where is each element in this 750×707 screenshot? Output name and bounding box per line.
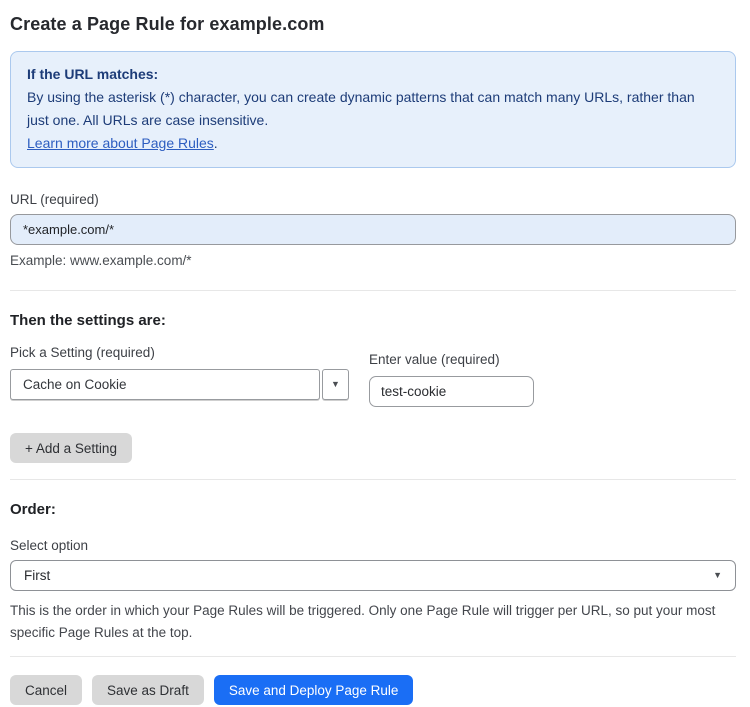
divider: [10, 290, 736, 291]
save-and-deploy-button[interactable]: Save and Deploy Page Rule: [213, 675, 414, 705]
url-example-text: Example: www.example.com/*: [10, 253, 192, 268]
setting-picker-dropdown[interactable]: Cache on Cookie ▼: [10, 369, 349, 400]
setting-picker-column: Pick a Setting (required) Cache on Cooki…: [10, 345, 349, 407]
cancel-button[interactable]: Cancel: [10, 675, 83, 705]
add-setting-button[interactable]: + Add a Setting: [10, 433, 132, 463]
form-actions: Cancel Save as Draft Save and Deploy Pag…: [10, 675, 736, 705]
order-select-label: Select option: [10, 538, 89, 553]
order-selected-option: First: [24, 568, 51, 583]
setting-picker-label: Pick a Setting (required): [10, 345, 155, 360]
order-help-text: This is the order in which your Page Rul…: [10, 603, 716, 640]
chevron-down-icon: ▼: [713, 570, 722, 580]
url-input[interactable]: [10, 214, 736, 245]
settings-section-heading: Then the settings are:: [10, 312, 166, 329]
url-field-label: URL (required): [10, 192, 99, 207]
order-section-heading: Order:: [10, 501, 56, 518]
divider: [10, 479, 736, 480]
setting-value-column: Enter value (required): [369, 352, 534, 407]
setting-picker-value[interactable]: Cache on Cookie: [10, 369, 320, 400]
order-select[interactable]: First ▼: [10, 560, 736, 591]
page-title: Create a Page Rule for example.com: [10, 14, 325, 34]
settings-row: Pick a Setting (required) Cache on Cooki…: [10, 345, 736, 407]
url-match-info-box: If the URL matches: By using the asteris…: [10, 51, 736, 168]
setting-value-label: Enter value (required): [369, 352, 500, 367]
divider: [10, 656, 736, 657]
setting-value-input[interactable]: [369, 376, 534, 407]
setting-picker-arrow-button[interactable]: ▼: [322, 369, 349, 400]
info-box-body: By using the asterisk (*) character, you…: [27, 89, 695, 128]
link-suffix: .: [213, 135, 218, 151]
save-as-draft-button[interactable]: Save as Draft: [92, 675, 204, 705]
page-rule-form: Create a Page Rule for example.com If th…: [0, 14, 750, 705]
chevron-down-icon: ▼: [331, 379, 340, 389]
learn-more-link[interactable]: Learn more about Page Rules: [27, 135, 214, 151]
info-box-heading: If the URL matches:: [27, 66, 159, 82]
info-box-link-line: Learn more about Page Rules.: [27, 132, 719, 155]
